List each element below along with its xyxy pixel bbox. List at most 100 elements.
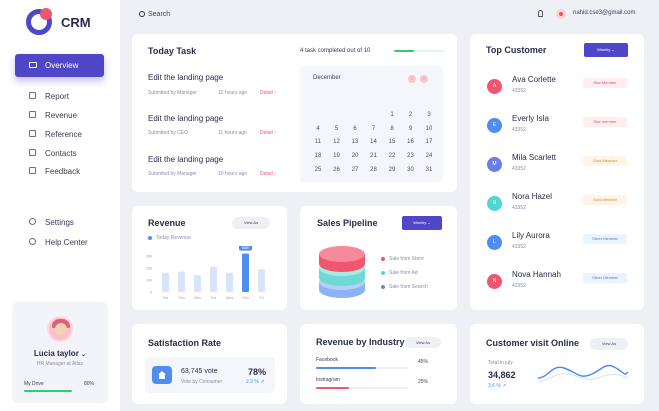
customer-name: Everly Isla xyxy=(512,114,549,123)
task-detail-link[interactable]: Detail › xyxy=(260,90,276,96)
calendar-day[interactable]: 30 xyxy=(403,167,419,173)
help-icon xyxy=(29,238,36,245)
task-detail-link[interactable]: Detail › xyxy=(260,171,276,177)
calendar-day[interactable]: 26 xyxy=(329,167,345,173)
calendar-day[interactable]: 21 xyxy=(366,153,382,159)
task-title: Edit the landing page xyxy=(148,155,224,164)
calendar xyxy=(300,66,443,182)
customer-avatar: E xyxy=(487,118,502,133)
calendar-day[interactable]: 31 xyxy=(421,167,437,173)
customer-id: 43352 xyxy=(512,244,526,250)
sales-pipeline-filter[interactable]: Weekly ⌄ xyxy=(402,216,442,230)
calendar-day[interactable]: 13 xyxy=(347,139,363,145)
satisfaction-rate: 78% xyxy=(248,367,267,377)
calendar-day[interactable]: 22 xyxy=(384,153,400,159)
calendar-day[interactable]: 8 xyxy=(384,126,400,132)
pipeline-legend-label: Sale from Search xyxy=(389,284,428,290)
sidebar-item-label: Help Center xyxy=(45,238,88,247)
search-input[interactable]: Search xyxy=(148,11,170,18)
revenue-bar[interactable] xyxy=(210,266,217,292)
user-avatar[interactable] xyxy=(556,9,566,19)
revenue-bar[interactable] xyxy=(258,269,265,292)
y-tick-label: 100 xyxy=(146,279,152,283)
calendar-day[interactable]: 7 xyxy=(366,126,382,132)
revenue-bar[interactable] xyxy=(162,272,169,292)
vote-count: 63,745 vote xyxy=(181,368,218,375)
drive-label: My Drive xyxy=(24,381,44,387)
customer-avatar: N xyxy=(487,274,502,289)
status-badge: Silver Member xyxy=(583,273,627,283)
gear-icon xyxy=(29,218,36,225)
feedback-icon xyxy=(29,167,36,174)
calendar-day[interactable]: 6 xyxy=(347,126,363,132)
prev-month-button[interactable]: ‹ xyxy=(408,75,416,83)
customer-name: Ava Corlette xyxy=(512,75,556,84)
revenue-legend: Today Revenue xyxy=(156,235,191,241)
sidebar-item-overview[interactable]: Overview xyxy=(15,54,104,77)
calendar-day[interactable]: 14 xyxy=(366,139,382,145)
calendar-day[interactable]: 3 xyxy=(421,112,437,118)
visits-change: 3.6 % ↗ xyxy=(488,383,507,389)
customer-name: Nova Hannah xyxy=(512,270,561,279)
revenue-chart: 0 100 200 300 Sat Sun Mon Tue Wed Thu $450 Fri xyxy=(146,246,265,300)
revenue-bar[interactable] xyxy=(226,272,233,292)
task-submitter: Submited by Manager xyxy=(148,90,197,96)
calendar-day[interactable]: 25 xyxy=(310,167,326,173)
profile-menu[interactable]: Lucia taylor ⌄ xyxy=(12,349,108,358)
bar-tooltip-label: $450 xyxy=(242,246,249,250)
revenue-view-button[interactable]: View As xyxy=(232,217,270,229)
calendar-day[interactable]: 29 xyxy=(384,167,400,173)
calendar-day[interactable]: 1 xyxy=(384,112,400,118)
calendar-day[interactable]: 15 xyxy=(384,139,400,145)
today-task-title: Today Task xyxy=(148,46,197,56)
calendar-day[interactable]: 16 xyxy=(403,139,419,145)
revenue-bar[interactable] xyxy=(242,253,249,292)
top-customer-filter[interactable]: Weekly ⌄ xyxy=(584,43,628,57)
calendar-day[interactable]: 27 xyxy=(347,167,363,173)
calendar-day[interactable]: 18 xyxy=(310,153,326,159)
x-tick-label: Sat xyxy=(163,296,168,300)
x-tick-label: Wed xyxy=(226,296,233,300)
logo-dot xyxy=(40,8,52,20)
sidebar-item-label: Settings xyxy=(45,218,74,227)
task-summary: 4 task completed out of 10 xyxy=(300,48,371,54)
calendar-day[interactable]: 9 xyxy=(403,126,419,132)
task-time: 10 hours ago xyxy=(218,171,248,177)
task-detail-link[interactable]: Detail › xyxy=(260,130,276,136)
visits-value: 34,862 xyxy=(488,370,516,380)
industry-title: Revenue by Industry xyxy=(316,337,405,347)
calendar-day[interactable]: 12 xyxy=(329,139,345,145)
customer-avatar: A xyxy=(487,79,502,94)
calendar-day[interactable]: 4 xyxy=(310,126,326,132)
calendar-day[interactable]: 2 xyxy=(403,112,419,118)
user-email[interactable]: nahid.cse3@gmail.com xyxy=(573,10,635,16)
sidebar-item-label: Contacts xyxy=(45,149,77,158)
customer-id: 43352 xyxy=(512,283,526,289)
calendar-day[interactable]: 11 xyxy=(310,139,326,145)
calendar-day[interactable]: 23 xyxy=(403,153,419,159)
calendar-day[interactable]: 28 xyxy=(366,167,382,173)
sidebar-item-label: Report xyxy=(45,92,70,101)
reference-icon xyxy=(29,130,36,137)
industry-value: 45% xyxy=(418,359,429,365)
customer-name: Lily Aurora xyxy=(512,231,550,240)
calendar-day[interactable]: 5 xyxy=(329,126,345,132)
next-month-button[interactable]: › xyxy=(420,75,428,83)
bell-icon[interactable] xyxy=(538,10,543,17)
revenue-bar[interactable] xyxy=(194,275,201,292)
calendar-day[interactable]: 20 xyxy=(347,153,363,159)
profile-role: HR Manager at Atlas xyxy=(36,361,84,367)
industry-bar-fill xyxy=(316,367,377,369)
overview-icon xyxy=(29,62,37,68)
customer-id: 43352 xyxy=(512,205,526,211)
revenue-bar[interactable] xyxy=(178,271,185,292)
industry-view-button[interactable]: View As xyxy=(405,337,441,348)
visits-label: Total in july xyxy=(488,360,513,366)
calendar-day[interactable]: 17 xyxy=(421,139,437,145)
task-time: 11 hours ago xyxy=(218,130,247,136)
visits-view-button[interactable]: View As xyxy=(590,338,628,350)
calendar-day[interactable]: 24 xyxy=(421,153,437,159)
calendar-day[interactable]: 19 xyxy=(329,153,345,159)
calendar-day[interactable]: 10 xyxy=(421,126,437,132)
top-customer-title: Top Customer xyxy=(486,45,547,55)
